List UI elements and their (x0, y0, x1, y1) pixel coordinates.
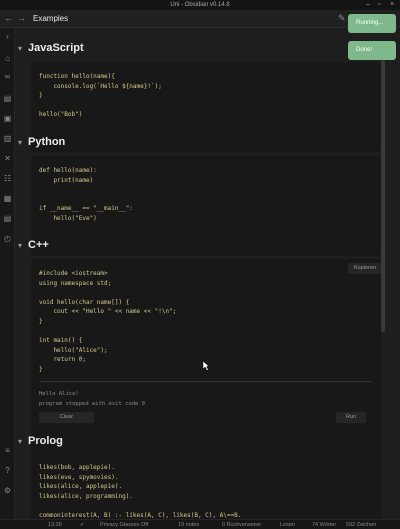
view-header: ← → Examples ✎ (0, 10, 400, 28)
copy-button[interactable]: Kopieren (348, 263, 382, 274)
code-text: likes(bob, applepie). likes(eve, spymovi… (39, 464, 242, 519)
kanban-icon[interactable]: ▦ (3, 194, 12, 203)
chevron-down-icon[interactable]: ▾ (18, 437, 22, 446)
status-char-count: 592 Zeichen (346, 522, 377, 528)
back-arrow-icon[interactable]: ← (4, 13, 13, 23)
edit-icon[interactable]: ✎ (338, 13, 346, 24)
heading-text: JavaScript (28, 42, 84, 54)
status-note-count: 19 notes (178, 522, 200, 528)
scrollbar-thumb[interactable] (381, 60, 385, 332)
run-output: Hello Alice! program stopped with exit c… (39, 391, 145, 407)
files-icon[interactable]: ▤ (3, 94, 12, 103)
heading-prolog[interactable]: ▾ Prolog (15, 434, 385, 450)
status-time: 13:36 (48, 522, 62, 528)
run-button[interactable]: Run (336, 412, 366, 423)
heading-text: Prolog (28, 435, 63, 447)
maximize-icon[interactable]: ▫ (378, 0, 380, 10)
code-text: def hello(name): print(name) if __name__… (39, 167, 133, 222)
left-ribbon: › ⌂ ∞ ▤ ▣ ▥ ✕ ☷ ▦ ▤ ◴ ≡ ? ⚙ (0, 28, 15, 519)
chevron-down-icon[interactable]: ▾ (18, 44, 22, 53)
chevron-down-icon[interactable]: ▾ (18, 241, 22, 250)
status-privacy-glasses[interactable]: Privacy Glasses Off (100, 520, 148, 529)
code-block-prolog: likes(bob, applepie). likes(eve, spymovi… (31, 455, 381, 519)
output-divider (39, 381, 371, 382)
code-text: function hello(name){ console.log(`Hello… (39, 73, 162, 119)
minimize-icon[interactable]: – (366, 0, 370, 10)
chevron-down-icon[interactable]: ▾ (18, 138, 22, 147)
outline-icon[interactable]: ☷ (3, 174, 12, 183)
note-content: ▾ JavaScript function hello(name){ conso… (15, 28, 385, 519)
heading-text: Python (28, 136, 66, 148)
clear-button[interactable]: Clear (39, 412, 94, 423)
window-title: Uni - Obsidian v0.14.8 (170, 2, 230, 8)
heading-python[interactable]: ▾ Python (15, 135, 385, 151)
window-titlebar: Uni - Obsidian v0.14.8 – ▫ × (0, 0, 400, 10)
check-icon: ✓ (80, 522, 85, 528)
vault-icon[interactable]: ≡ (3, 446, 12, 455)
help-icon[interactable]: ? (3, 466, 12, 475)
forward-arrow-icon[interactable]: → (17, 13, 26, 23)
notice-done[interactable]: Done! (348, 41, 396, 60)
heading-javascript[interactable]: ▾ JavaScript (15, 41, 385, 57)
tags-icon[interactable]: ▤ (3, 214, 12, 223)
heading-cpp[interactable]: ▾ C++ (15, 238, 385, 254)
heading-text: C++ (28, 239, 49, 251)
status-word-count: 74 Wörter (312, 522, 337, 528)
code-text: #include <iostream> using namespace std;… (39, 270, 177, 373)
home-icon[interactable]: ⌂ (3, 54, 12, 63)
status-mode[interactable]: Lesen (280, 520, 295, 529)
notice-running[interactable]: Running... (348, 14, 396, 33)
tools-icon[interactable]: ✕ (3, 154, 12, 163)
templates-icon[interactable]: ▥ (3, 134, 12, 143)
status-bar: 13:36 ✓ Privacy Glasses Off 19 notes 0 R… (0, 519, 400, 529)
clock-icon[interactable]: ◴ (3, 234, 12, 243)
expand-sidebar-icon[interactable]: › (3, 32, 12, 41)
note-title[interactable]: Examples (33, 14, 68, 23)
code-block-cpp: Kopieren #include <iostream> using names… (31, 259, 382, 457)
graph-icon[interactable]: ∞ (3, 72, 12, 81)
settings-icon[interactable]: ⚙ (3, 486, 12, 495)
mouse-pointer-icon (203, 361, 210, 371)
close-window-icon[interactable]: × (390, 0, 394, 10)
calendar-icon[interactable]: ▣ (3, 114, 12, 123)
status-backlinks[interactable]: 0 Rückverweise (222, 520, 261, 529)
